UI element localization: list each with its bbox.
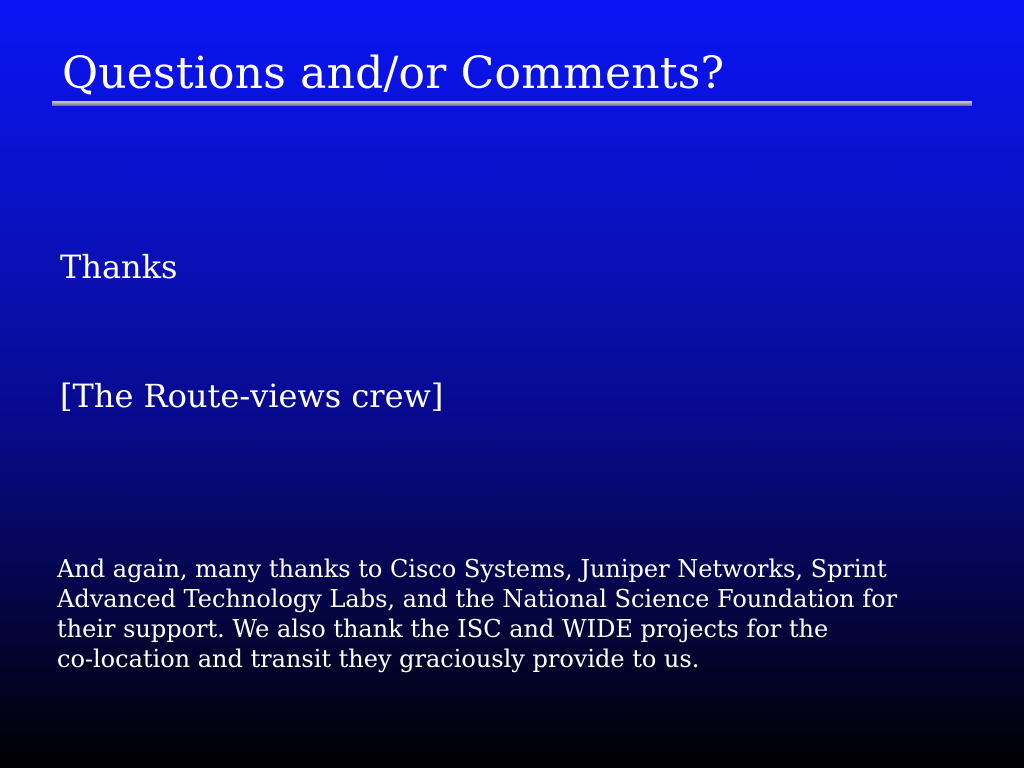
acknowledgement-line: And again, many thanks to Cisco Systems,… [57,555,887,583]
thanks-text: Thanks [60,248,178,286]
acknowledgement-line: Advanced Technology Labs, and the Nation… [57,585,898,613]
acknowledgement-paragraph: And again, many thanks to Cisco Systems,… [57,554,937,674]
slide-title: Questions and/or Comments? [62,48,725,99]
crew-text: [The Route-views crew] [60,377,444,415]
title-underline [52,101,972,106]
acknowledgement-line: their support. We also thank the ISC and… [57,615,829,643]
acknowledgement-line: co-location and transit they graciously … [57,645,700,673]
slide: Questions and/or Comments? Thanks [The R… [0,0,1024,768]
